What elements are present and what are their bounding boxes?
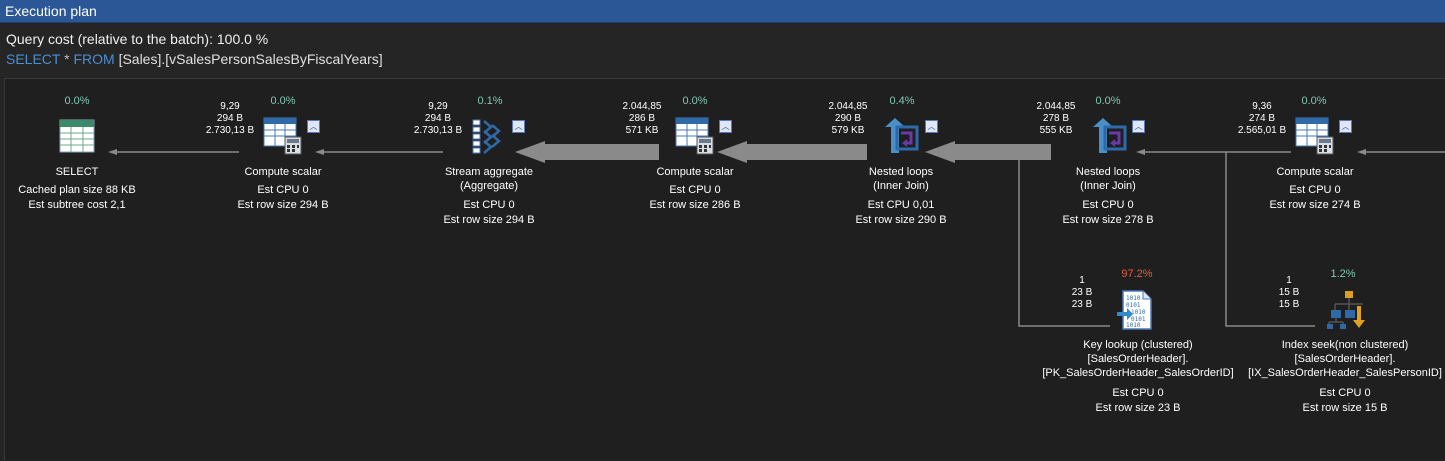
node-compute2-pct: 0.0% <box>682 95 708 107</box>
node-compute3-stats: 9,36 274 B 2.565,01 B <box>1237 101 1287 136</box>
node-compute2-stats: 2.044,85 286 B 571 KB <box>622 101 662 136</box>
node-compute3-label: Compute scalar <box>1276 166 1354 178</box>
key-lookup-icon: 1010 0101 1010 0101 1010 <box>1117 290 1155 335</box>
keyword-select: SELECT <box>6 51 61 67</box>
node-select-metrics: Cached plan size 88 KB Est subtree cost … <box>18 184 136 211</box>
collapse-toggle-icon[interactable]: ︿ <box>1132 120 1145 133</box>
node-stream-stats: 9,29 294 B 2.730,13 B <box>413 101 463 136</box>
arrowhead-nested2 <box>1136 149 1145 155</box>
compute-scalar-icon <box>675 117 715 160</box>
node-indexseek-pct: 1.2% <box>1330 268 1356 280</box>
index-seek-icon <box>1327 290 1365 335</box>
query-cost: Query cost (relative to the batch): 100.… <box>6 31 269 47</box>
node-compute2-metrics: Est CPU 0 Est row size 286 B <box>649 184 741 211</box>
nested-loops-icon <box>883 117 921 160</box>
svg-text:0101: 0101 <box>1126 302 1141 309</box>
node-compute2-label: Compute scalar <box>656 166 734 178</box>
window-title: Execution plan <box>5 3 97 19</box>
keyword-from: FROM <box>73 51 115 67</box>
arrowhead-select <box>108 149 117 155</box>
keyword-star: * <box>64 51 70 67</box>
node-indexseek-label: Index seek(non clustered) [SalesOrderHea… <box>1248 339 1442 379</box>
node-compute1-label: Compute scalar <box>244 166 322 178</box>
node-compute3-metrics: Est CPU 0 Est row size 274 B <box>1269 184 1361 211</box>
node-nested2-metrics: Est CPU 0 Est row size 278 B <box>1062 199 1154 226</box>
table-grid-icon <box>59 119 95 158</box>
arrow-nested1-compute2 <box>747 144 867 160</box>
collapse-toggle-icon[interactable]: ︿ <box>512 120 525 133</box>
node-keylookup-metrics: Est CPU 0 Est row size 23 B <box>1095 387 1181 414</box>
compute-scalar-icon <box>263 117 303 160</box>
collapse-toggle-icon[interactable]: ︿ <box>307 120 320 133</box>
node-compute1-pct: 0.0% <box>270 95 296 107</box>
query-text[interactable]: SELECT * FROM [Sales].[vSalesPersonSales… <box>6 51 383 67</box>
node-indexseek-stats: 1 15 B 15 B <box>1278 275 1300 310</box>
node-nested1-pct: 0.4% <box>889 95 915 107</box>
node-compute1-metrics: Est CPU 0 Est row size 294 B <box>237 184 329 211</box>
node-nested2-stats: 2.044,85 278 B 555 KB <box>1036 101 1076 136</box>
node-nested1-metrics: Est CPU 0,01 Est row size 290 B <box>855 199 947 226</box>
arrow-compute2-stream <box>545 144 659 160</box>
arrowhead-nested1 <box>925 141 955 163</box>
collapse-toggle-icon[interactable]: ︿ <box>719 120 732 133</box>
node-compute1-stats: 9,29 294 B 2.730,13 B <box>205 101 255 136</box>
node-nested1-stats: 2.044,85 290 B 579 KB <box>828 101 868 136</box>
nested-loops-icon <box>1091 117 1129 160</box>
node-stream-label: Stream aggregate (Aggregate) <box>444 166 534 192</box>
node-indexseek-metrics: Est CPU 0 Est row size 15 B <box>1302 387 1388 414</box>
svg-text:1010: 1010 <box>1126 322 1141 329</box>
node-select-pct: 0.0% <box>64 95 90 107</box>
arrowhead-compute3 <box>1357 149 1366 155</box>
node-nested2-label: Nested loops (Inner Join) <box>1075 166 1141 192</box>
arrow-nested2-nested1 <box>955 144 1051 160</box>
svg-text:1010: 1010 <box>1126 295 1141 302</box>
compute-scalar-icon <box>1295 117 1335 160</box>
arrowhead-compute1 <box>315 149 324 155</box>
stream-aggregate-icon <box>471 117 509 160</box>
node-keylookup-label: Key lookup (clustered) [SalesOrderHeader… <box>1042 339 1234 379</box>
svg-text:1010: 1010 <box>1131 309 1146 316</box>
query-target: [Sales].[vSalesPersonSalesByFiscalYears] <box>118 51 383 67</box>
node-keylookup-stats: 1 23 B 23 B <box>1071 275 1093 310</box>
titlebar: Execution plan <box>0 0 1445 23</box>
arrowhead-stream <box>515 141 545 163</box>
node-nested1-label: Nested loops (Inner Join) <box>868 166 934 192</box>
node-stream-metrics: Est CPU 0 Est row size 294 B <box>443 199 535 226</box>
query-header: Query cost (relative to the batch): 100.… <box>0 24 1445 74</box>
node-select-label: SELECT <box>55 166 99 178</box>
collapse-toggle-icon[interactable]: ︿ <box>1339 120 1352 133</box>
arrowhead-compute2 <box>717 141 747 163</box>
plan-canvas[interactable]: 0.0% SELECT Cached plan size 88 KB Est s… <box>4 78 1445 460</box>
node-keylookup-pct: 97.2% <box>1121 268 1153 280</box>
collapse-toggle-icon[interactable]: ︿ <box>925 120 938 133</box>
